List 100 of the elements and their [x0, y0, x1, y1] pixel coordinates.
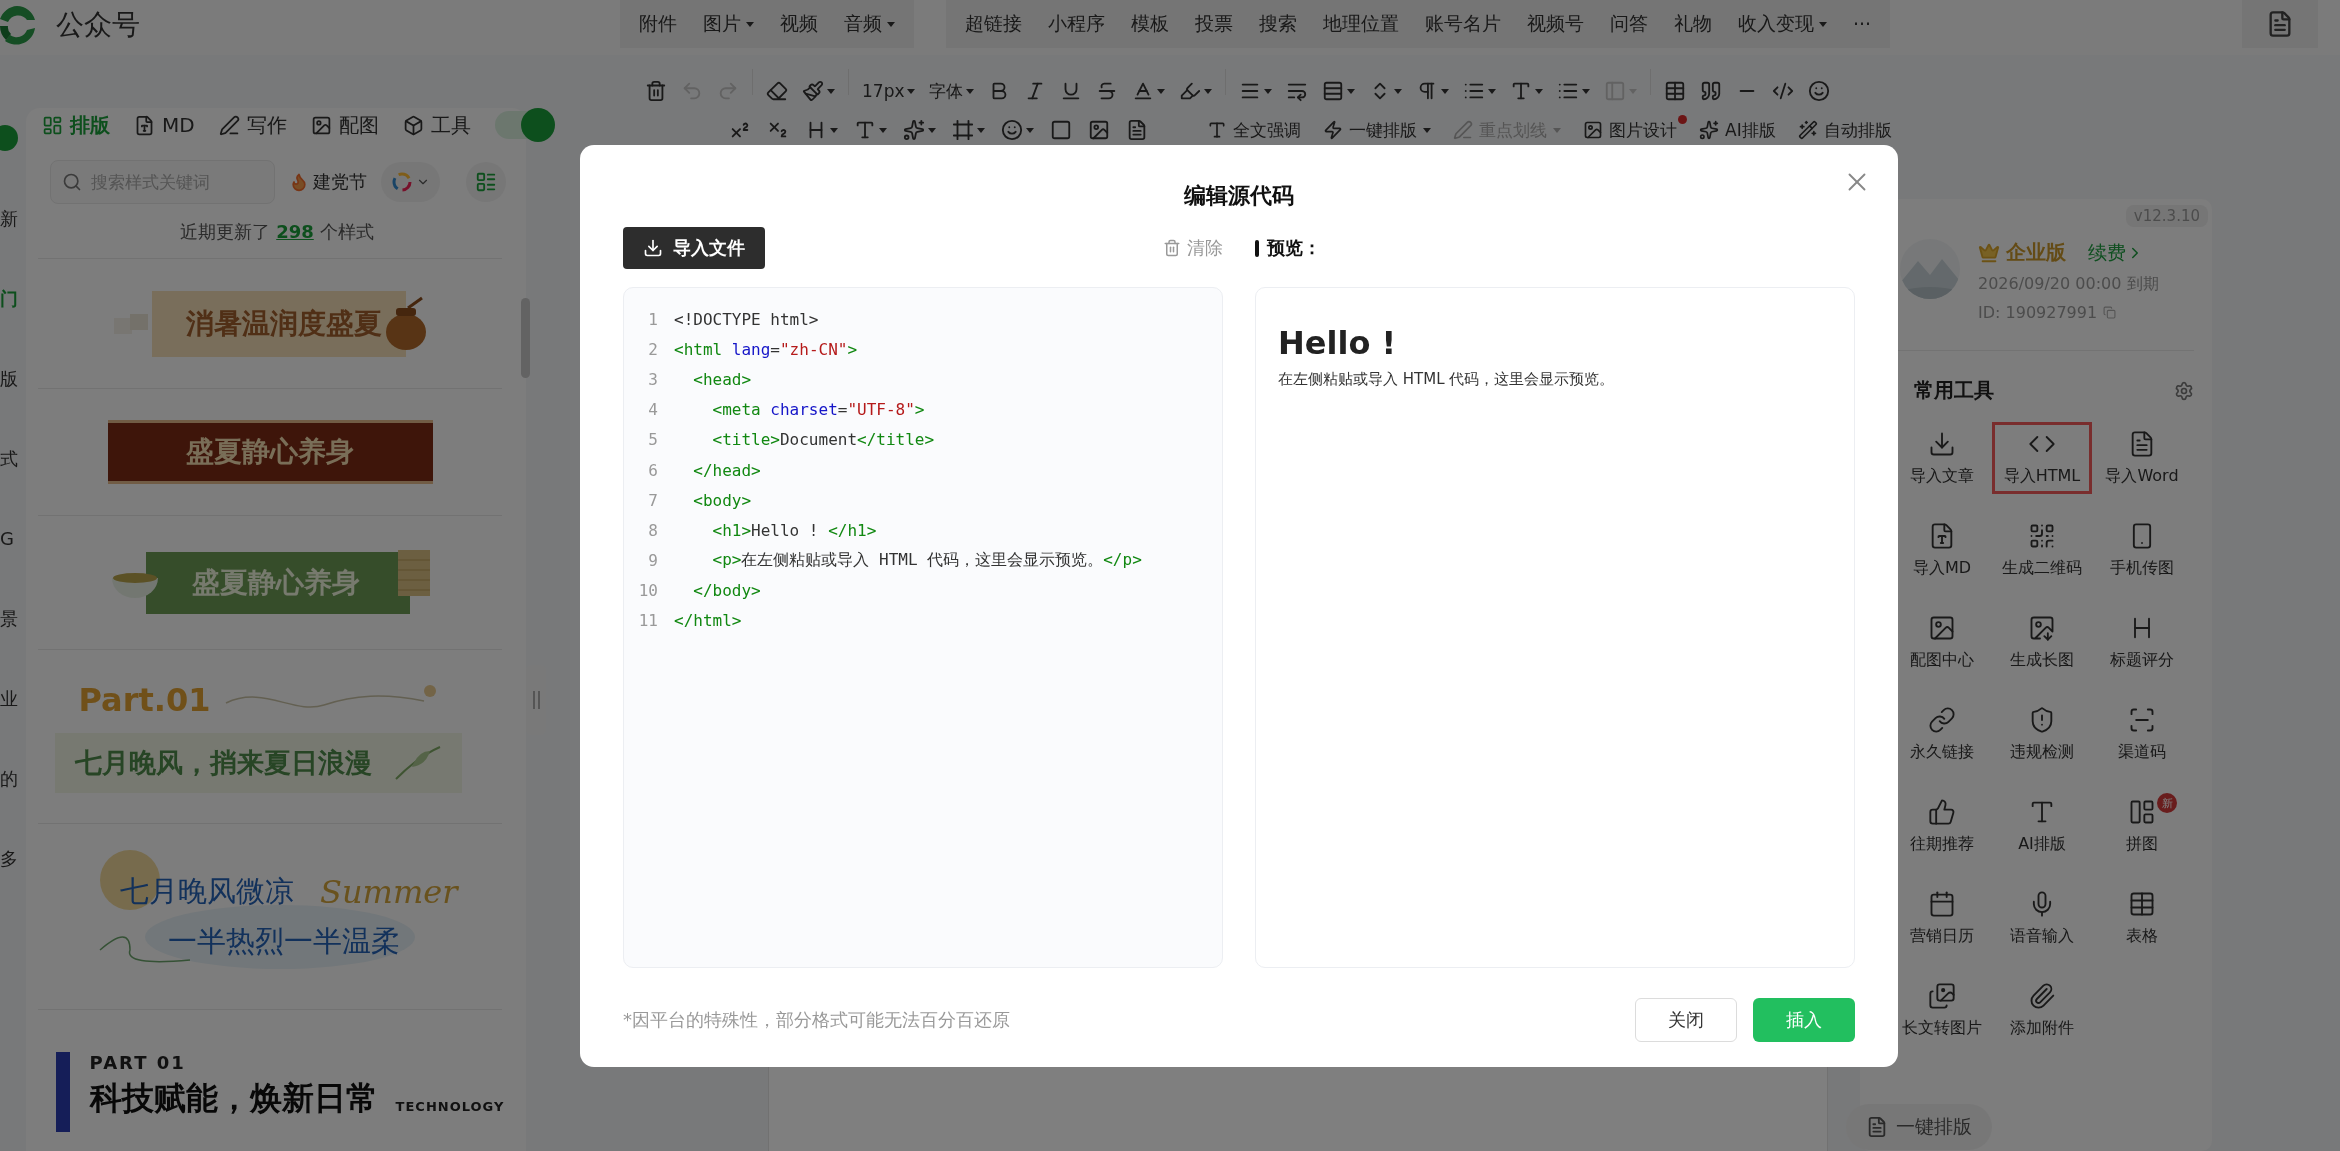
layout-icon [42, 114, 63, 136]
tool-button[interactable]: 往期推荐 [1892, 790, 1992, 862]
menu-item[interactable]: 小程序 [1035, 11, 1118, 37]
menu-item[interactable]: 音频 [831, 11, 908, 37]
menu-item[interactable]: 超链接 [952, 11, 1035, 37]
tool-button[interactable]: 违规检测 [1992, 698, 2092, 770]
tool-button[interactable]: 长文转图片 [1892, 974, 1992, 1046]
image-icon [310, 114, 332, 136]
style-card[interactable]: Part.01 七月晚风，捎来夏日浪漫 [38, 649, 502, 823]
panel-tab[interactable]: 配图 [310, 111, 379, 139]
clear-button[interactable]: 清除 [1163, 236, 1223, 260]
tool-button[interactable]: 营销日历 [1892, 882, 1992, 954]
highlighter-icon [1179, 80, 1202, 102]
toolbar-button[interactable]: 一键排版 [1313, 118, 1441, 142]
tool-button[interactable]: 配图中心 [1892, 606, 1992, 678]
tool-button[interactable]: 导入Word [2092, 422, 2192, 494]
style-card[interactable]: 盛夏静心养身 [38, 515, 502, 649]
toggle-switch[interactable] [494, 108, 555, 142]
file-icon [134, 114, 155, 136]
caret-icon [827, 88, 835, 94]
dialog-title: 编辑源代码 [1183, 182, 1295, 210]
pen-icon [1453, 120, 1473, 140]
rail-item[interactable]: G [0, 527, 14, 551]
caret-icon [1819, 21, 1827, 27]
tool-button[interactable]: 表格 [2092, 882, 2192, 954]
tool-button[interactable]: 手机传图 [2092, 514, 2192, 586]
code-line: <p>在左侧粘贴或导入 HTML 代码，这里会显示预览。</p> [711, 550, 1142, 572]
import-button[interactable]: 导入文件 [623, 227, 765, 269]
menu-item[interactable]: 收入变现 [1725, 11, 1840, 37]
line-number: 2 [647, 339, 658, 359]
toolbar-button[interactable]: AI排版 [1689, 118, 1786, 142]
menu-item[interactable]: 问答 [1597, 11, 1661, 37]
menu-item[interactable]: 搜索 [1246, 11, 1310, 37]
rail-item[interactable]: 的 [0, 767, 18, 791]
caret-icon [746, 21, 754, 27]
menu-item[interactable]: ··· [1840, 13, 1885, 35]
panel-tab[interactable]: 排版 [42, 111, 110, 139]
rail-item[interactable]: 多 [0, 847, 18, 871]
list-icon[interactable] [466, 162, 506, 202]
tool-button[interactable]: 永久链接 [1892, 698, 1992, 770]
style-card[interactable]: 盛夏静心养身 [38, 388, 502, 515]
renew-link[interactable]: 续费 [2088, 239, 2144, 266]
tool-button[interactable]: 渠道码 [2092, 698, 2192, 770]
rail-item[interactable]: 业 [0, 687, 18, 711]
preview-heading: Hello ! [1278, 324, 1397, 362]
menu-item[interactable]: 投票 [1182, 11, 1246, 37]
line-number: 9 [647, 551, 658, 571]
tool-button[interactable]: 拼图 新 [2092, 790, 2192, 862]
menu-item[interactable]: 视频 [767, 11, 831, 37]
style-card[interactable]: 消暑温润度盛夏 [38, 258, 502, 388]
rail-item[interactable]: 版 [0, 367, 18, 391]
part-label: Part.01 [78, 680, 211, 719]
menu-item[interactable]: 附件 [626, 11, 690, 37]
style-card[interactable]: PART 01 科技赋能，焕新日常 TECHNOLOGY [38, 1009, 502, 1151]
style-subtitle: 一半热烈一半温柔 [168, 922, 401, 960]
rail-item[interactable]: 式 [0, 447, 18, 471]
toolbar-button[interactable]: 全文强调 [1197, 118, 1311, 142]
color-dropdown[interactable] [381, 162, 440, 202]
brush-icon [802, 80, 824, 102]
close-button[interactable]: 关闭 [1635, 998, 1737, 1042]
text-icon [1207, 120, 1227, 140]
code-editor[interactable]: 1 <!DOCTYPE html> 2 <html lang="zh-CN"> 3 <head> 4 <meta charset="UTF-8"> 5 <title>Document</title> 6 </head> 7 <body> 8 <h1>Hello ! </h1> 9 <p>在左侧粘贴或导入 HTML 代码，这里会显示预览。</p> 10 </body> 11 </html> [623, 287, 1223, 968]
toolbar-button[interactable]: 自动排版 [1787, 118, 1902, 142]
menu-item[interactable]: 礼物 [1661, 11, 1725, 37]
menu-item[interactable]: 图片 [690, 11, 767, 37]
festival-tag[interactable]: 建党节 [289, 170, 367, 194]
scrollbar[interactable] [521, 298, 530, 378]
menu-item[interactable]: 地理位置 [1310, 11, 1412, 37]
caret-icon [1026, 127, 1034, 133]
section-title: 常用工具 [1914, 377, 1994, 404]
menu-item[interactable]: 视频号 [1514, 11, 1597, 37]
line-number: 10 [637, 581, 658, 601]
tool-button[interactable]: 导入HTML [1992, 422, 2092, 494]
rail-item[interactable]: 新 [0, 207, 18, 231]
rail-item[interactable]: 门 [0, 287, 18, 311]
menu-item[interactable]: 模板 [1118, 11, 1182, 37]
tool-button[interactable]: 生成二维码 [1992, 514, 2092, 586]
tool-button[interactable]: 语音输入 [1992, 882, 2092, 954]
part-label: PART 01 [89, 1052, 186, 1073]
tool-button[interactable]: 导入文章 [1892, 422, 1992, 494]
tool-button[interactable]: 生成长图 [1992, 606, 2092, 678]
style-card[interactable]: 七月晚风微凉 Summer 一半热烈一半温柔 [38, 823, 502, 1009]
flame-icon [289, 172, 309, 192]
menu-item[interactable]: 账号名片 [1412, 11, 1514, 37]
font-family-dropdown[interactable]: 字体 [922, 73, 982, 109]
update-note: 近期更新了 298 个样式 [179, 220, 375, 244]
tool-button[interactable]: 标题评分 [2092, 606, 2192, 678]
rail-item[interactable]: 景 [0, 607, 18, 631]
panel-tab[interactable]: 工具 [402, 111, 471, 139]
style-banner: 盛夏静心养身 [146, 551, 410, 614]
settings-icon[interactable] [2174, 380, 2194, 401]
line-number: 4 [647, 400, 658, 420]
tool-button[interactable]: 导入MD [1892, 514, 1992, 586]
tool-button[interactable]: 添加附件 [1992, 974, 2092, 1046]
font-size-dropdown[interactable]: 17px [855, 73, 923, 109]
insert-button[interactable]: 插入 [1753, 998, 1855, 1042]
tool-button[interactable]: AI排版 [1992, 790, 2092, 862]
panel-tab[interactable]: MD [134, 113, 195, 137]
panel-tab[interactable]: 写作 [218, 111, 287, 139]
toolbar-button[interactable]: 图片设计 [1573, 118, 1687, 142]
